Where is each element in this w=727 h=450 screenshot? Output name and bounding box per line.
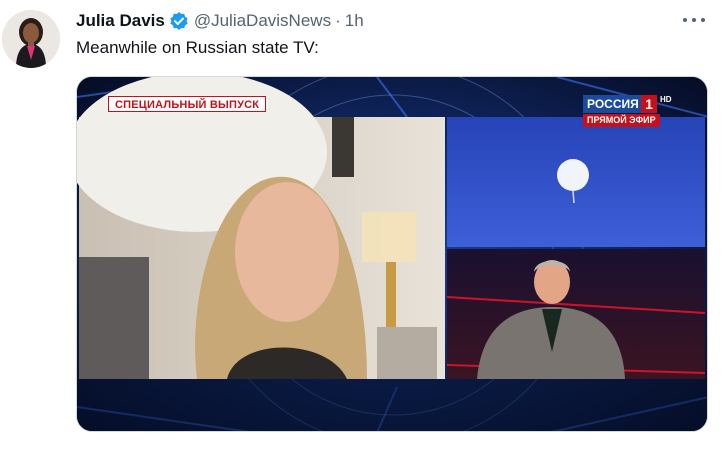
avatar[interactable] bbox=[2, 10, 60, 68]
separator-dot: · bbox=[335, 11, 341, 30]
overlay-special-label: СПЕЦИАЛЬНЫЙ ВЫПУСК bbox=[108, 96, 267, 112]
more-options-icon[interactable] bbox=[683, 12, 705, 28]
tweet-header: Julia Davis @JuliaDavisNews · 1h bbox=[76, 10, 364, 32]
tweet-text: Meanwhile on Russian state TV: bbox=[76, 38, 319, 57]
channel-number: 1 bbox=[641, 95, 657, 113]
channel-hd-label: HD bbox=[660, 95, 672, 104]
tv-screenshot-image bbox=[77, 77, 707, 431]
author-name[interactable]: Julia Davis bbox=[76, 11, 165, 31]
tweet-media[interactable]: СПЕЦИАЛЬНЫЙ ВЫПУСК РОССИЯ 1 HD ПРЯМОЙ ЭФ… bbox=[76, 76, 708, 432]
author-handle[interactable]: @JuliaDavisNews bbox=[194, 11, 331, 31]
timestamp[interactable]: 1h bbox=[345, 11, 364, 31]
channel-logo-text: РОССИЯ bbox=[583, 95, 643, 113]
verified-badge-icon bbox=[169, 11, 189, 31]
avatar-photo bbox=[2, 10, 60, 68]
live-broadcast-label: ПРЯМОЙ ЭФИР bbox=[583, 114, 660, 127]
tweet[interactable]: Julia Davis @JuliaDavisNews · 1h Meanwhi… bbox=[0, 0, 727, 450]
